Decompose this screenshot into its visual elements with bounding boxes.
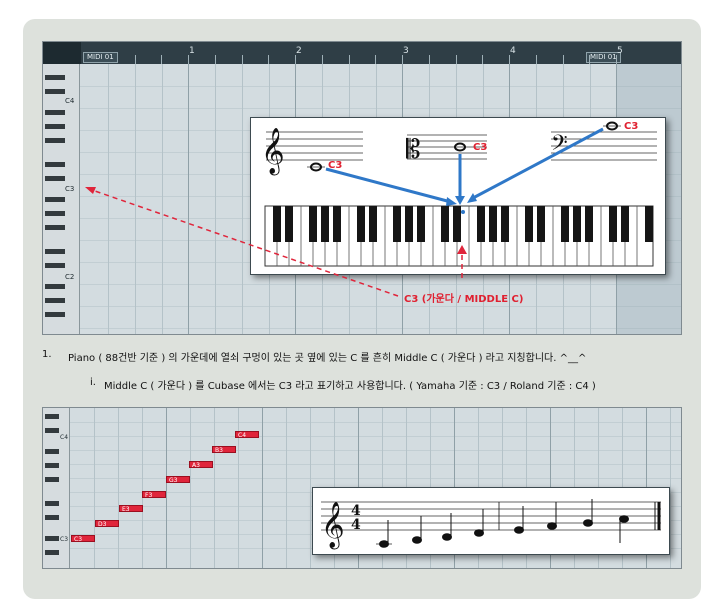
instruction-text-1: Piano ( 88건반 기준 ) 의 가운데에 열쇠 구멍이 있는 곳 옆에 … bbox=[68, 353, 587, 364]
middle-c-label: C3 (가운다 / MIDDLE C) bbox=[404, 294, 524, 305]
midi-note-e3[interactable]: E3 bbox=[119, 505, 143, 513]
midi-note-d3[interactable]: D3 bbox=[95, 520, 119, 528]
key-label-c3-bottom: C3 bbox=[60, 536, 69, 543]
time-signature-bottom: 4 bbox=[351, 517, 361, 533]
treble-clef-icon-bottom: 𝄞 bbox=[321, 502, 345, 550]
scale-staff: 𝄞 4 4 bbox=[321, 499, 661, 550]
list-number-1: 1. bbox=[42, 349, 52, 360]
midi-note-g3[interactable]: G3 bbox=[166, 476, 190, 484]
midi-note-a3[interactable]: A3 bbox=[189, 461, 213, 469]
key-label-c4-bottom: C4 bbox=[60, 434, 69, 441]
midi-note-b3[interactable]: B3 bbox=[212, 446, 236, 454]
piano-keyboard-bottom[interactable]: C4 C3 bbox=[43, 408, 70, 568]
midi-note-c4[interactable]: C4 bbox=[235, 431, 259, 439]
instruction-text-1i: Middle C ( 가운다 ) 를 Cubase 에서는 C3 라고 표기하고… bbox=[104, 381, 596, 392]
midi-note-f3[interactable]: F3 bbox=[142, 491, 166, 499]
midi-note-c3[interactable]: C3 bbox=[71, 535, 95, 543]
scale-staff-illustration: 𝄞 4 4 bbox=[312, 487, 670, 555]
list-number-1i: i. bbox=[90, 377, 96, 388]
